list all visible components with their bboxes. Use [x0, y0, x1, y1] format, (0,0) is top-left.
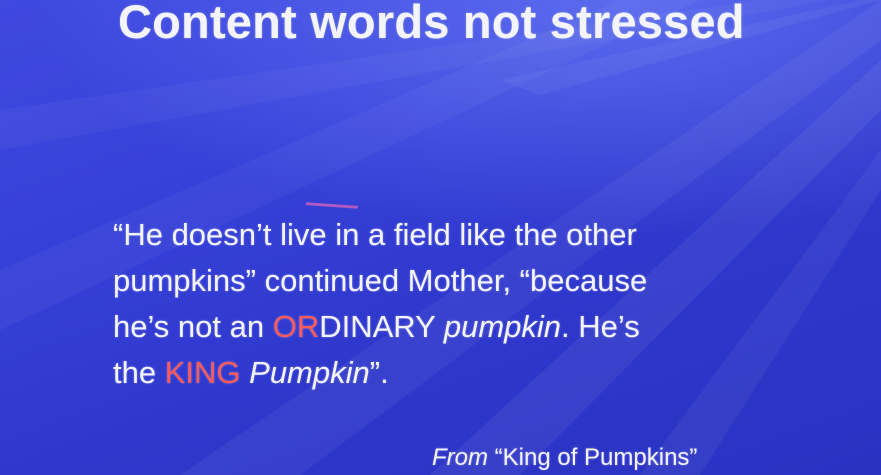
quote-line-2: pumpkins” continued Mother, “because — [113, 263, 648, 298]
quote-line-1: “He doesn’t live in a field like the oth… — [113, 217, 637, 252]
source-from-label: From — [432, 444, 488, 471]
quote-text: “He doesn’t live in a field like the oth… — [113, 212, 833, 396]
quote-line-4-prefix: the — [113, 355, 165, 390]
quote-line-4: the KING Pumpkin”. — [113, 350, 833, 396]
stressed-syllable-or: OR — [272, 309, 320, 344]
quote-line-3-prefix: he’s not an — [113, 309, 273, 344]
pen-mark — [305, 202, 359, 209]
quote-line-3-rest: DINARY — [319, 309, 444, 344]
source-title: “King of Pumpkins” — [488, 444, 698, 471]
quote-line-3: he’s not an ORDINARY pumpkin. He’s — [113, 304, 833, 350]
italic-word-pumpkin: pumpkin — [443, 309, 562, 344]
quote-line-3-suffix: . He’s — [561, 309, 640, 344]
quote-line-4-space — [241, 355, 250, 390]
presentation-slide: Content words not stressed “He doesn’t l… — [0, 0, 881, 475]
slide-title: Content words not stressed — [118, 0, 745, 48]
quote-source: From “King of Pumpkins” — [432, 444, 697, 472]
italic-word-pumpkin-capital: Pumpkin — [249, 355, 370, 390]
quote-line-4-suffix: ”. — [369, 355, 389, 390]
stressed-word-king: KING — [164, 355, 241, 390]
